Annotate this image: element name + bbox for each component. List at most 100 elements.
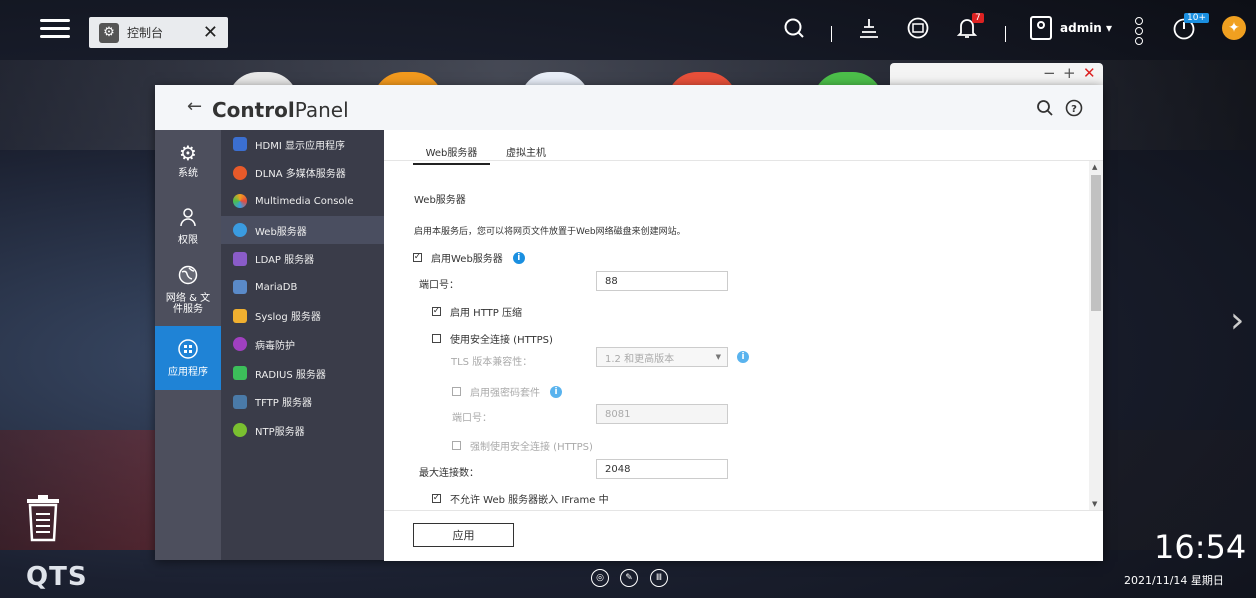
web-server-icon — [233, 223, 247, 238]
radius-icon — [233, 366, 247, 381]
app-item-hdmi[interactable]: HDMI 显示应用程序 — [221, 130, 384, 159]
category-label: 网络 & 文件服务 — [165, 293, 211, 315]
scroll-up-icon[interactable]: ▲ — [1092, 163, 1097, 171]
footer-bar: 应用 — [384, 510, 1103, 561]
main-panel: Web服务器 虚拟主机 Web服务器 启用本服务后，您可以将网页文件放置于Web… — [384, 130, 1103, 561]
category-label: 应用程序 — [168, 366, 208, 378]
cipher-checkbox[interactable] — [452, 387, 461, 396]
search-icon[interactable] — [1034, 97, 1056, 119]
help-icon[interactable]: ? — [1063, 97, 1085, 119]
tls-label: TLS 版本兼容性： — [451, 357, 533, 368]
syslog-icon — [233, 308, 247, 323]
taskbar-tab-control-panel[interactable]: ⚙ 控制台 ✕ — [89, 17, 228, 48]
http-compression-label: 启用 HTTP 压缩 — [450, 308, 522, 319]
category-system[interactable]: ⚙ 系统 — [155, 130, 221, 190]
app-item-mariadb[interactable]: MariaDB — [221, 273, 384, 302]
settings-content: Web服务器 启用本服务后，您可以将网页文件放置于Web网络磁盘来创建网站。 ✓… — [384, 161, 1087, 510]
maximize-icon[interactable]: + — [1063, 64, 1076, 82]
trash-icon[interactable] — [24, 494, 62, 542]
info-icon[interactable]: i — [737, 351, 749, 363]
force-https-checkbox[interactable] — [452, 441, 461, 450]
enable-web-server-row: ✓ 启用Web服务器 i — [413, 250, 525, 265]
back-arrow-icon[interactable]: ← — [187, 96, 202, 117]
dlna-icon — [233, 165, 247, 180]
taskbar: ⚙ 控制台 ✕ 7 admin ▾ 10+ ✦ — [0, 0, 1256, 64]
scrollbar-thumb[interactable] — [1091, 175, 1101, 311]
enable-web-server-checkbox[interactable]: ✓ — [413, 253, 422, 262]
apps-grid-icon — [178, 338, 198, 363]
control-panel-window: ← ControlPanel ? ⚙ 系统 权限 网络 & 文件服务 应用程序 … — [155, 85, 1103, 561]
category-rail: ⚙ 系统 权限 网络 & 文件服务 应用程序 — [155, 130, 221, 560]
brand-logo: QTS — [26, 562, 88, 592]
app-item-ntp[interactable]: NTP服务器 — [221, 416, 384, 445]
force-https-row: 强制使用安全连接 (HTTPS) — [452, 438, 593, 453]
app-item-antivirus[interactable]: 病毒防护 — [221, 330, 384, 359]
user-icon — [1030, 16, 1052, 40]
tls-version-value: 1.2 和更高版本 — [605, 353, 675, 365]
more-options-icon[interactable] — [1134, 15, 1144, 47]
max-connections-label: 最大连接数： — [419, 468, 479, 479]
category-network-file[interactable]: 网络 & 文件服务 — [155, 260, 221, 320]
https-checkbox[interactable] — [432, 334, 441, 343]
apply-button[interactable]: 应用 — [413, 523, 514, 547]
dock-icon[interactable]: ✎ — [620, 569, 638, 587]
info-icon[interactable]: i — [512, 251, 525, 264]
support-icon[interactable]: ✦ — [1222, 16, 1246, 40]
port-input[interactable]: 88 — [596, 271, 728, 291]
separator — [1005, 26, 1006, 42]
cipher-label: 启用强密码套件 — [470, 388, 540, 399]
https-label: 使用安全连接 (HTTPS) — [450, 335, 553, 346]
vertical-scrollbar[interactable]: ▲ ▼ — [1089, 161, 1103, 510]
scroll-down-icon[interactable]: ▼ — [1092, 500, 1097, 508]
antivirus-icon — [233, 337, 247, 352]
update-badge: 10+ — [1184, 13, 1209, 23]
mariadb-icon — [233, 280, 247, 295]
dock-icon[interactable]: ◎ — [591, 569, 609, 587]
app-item-radius[interactable]: RADIUS 服务器 — [221, 359, 384, 388]
window-header: ← ControlPanel ? — [155, 85, 1103, 131]
hdmi-icon — [233, 137, 247, 152]
app-item-web-server[interactable]: Web服务器 — [221, 215, 384, 245]
background-tasks-icon[interactable] — [855, 14, 883, 42]
category-applications[interactable]: 应用程序 — [155, 326, 221, 390]
iframe-checkbox[interactable]: ✓ — [432, 494, 441, 503]
dock-icon[interactable]: Ⅲ — [650, 569, 668, 587]
ntp-icon — [233, 423, 247, 438]
application-list: HDMI 显示应用程序 DLNA 多媒体服务器 Multimedia Conso… — [221, 130, 384, 560]
ldap-icon — [233, 251, 247, 266]
app-item-syslog[interactable]: Syslog 服务器 — [221, 302, 384, 331]
app-item-ldap[interactable]: LDAP 服务器 — [221, 244, 384, 273]
close-icon[interactable]: ✕ — [203, 22, 218, 43]
external-device-icon[interactable] — [904, 14, 932, 42]
username: admin ▾ — [1060, 21, 1113, 35]
description-text: 启用本服务后，您可以将网页文件放置于Web网络磁盘来创建网站。 — [414, 227, 686, 237]
http-compression-checkbox[interactable]: ✓ — [432, 307, 441, 316]
minimize-icon[interactable]: − — [1043, 64, 1056, 82]
multimedia-console-icon — [233, 194, 247, 209]
notification-badge: 7 — [972, 13, 984, 23]
category-privilege[interactable]: 权限 — [155, 196, 221, 256]
port-label: 端口号： — [419, 280, 459, 291]
category-label: 权限 — [178, 234, 198, 246]
taskbar-tab-label: 控制台 — [127, 26, 164, 40]
main-menu-icon[interactable] — [40, 14, 70, 44]
clock-time: 16:54 — [1154, 528, 1247, 566]
app-item-multimedia-console[interactable]: Multimedia Console — [221, 187, 384, 216]
clock-date: 2021/11/14 星期日 — [1124, 574, 1224, 587]
gear-icon: ⚙ — [99, 22, 119, 43]
app-item-dlna[interactable]: DLNA 多媒体服务器 — [221, 159, 384, 188]
app-item-tftp[interactable]: TFTP 服务器 — [221, 387, 384, 416]
tls-version-select[interactable]: 1.2 和更高版本 ▼ — [596, 347, 728, 367]
iframe-row: ✓ 不允许 Web 服务器嵌入 IFrame 中 — [432, 491, 609, 506]
user-icon — [178, 207, 198, 231]
chevron-down-icon: ▼ — [715, 353, 721, 361]
info-icon[interactable]: i — [550, 385, 562, 398]
user-menu[interactable]: admin ▾ — [1030, 16, 1112, 40]
max-connections-input[interactable]: 2048 — [596, 459, 728, 479]
https-port-input[interactable]: 8081 — [596, 404, 728, 424]
search-icon[interactable] — [780, 14, 808, 42]
close-window-icon[interactable]: ✕ — [1083, 64, 1096, 82]
category-label: 系统 — [178, 167, 198, 179]
chevron-right-icon[interactable]: › — [1230, 300, 1244, 341]
iframe-label: 不允许 Web 服务器嵌入 IFrame 中 — [450, 495, 609, 506]
